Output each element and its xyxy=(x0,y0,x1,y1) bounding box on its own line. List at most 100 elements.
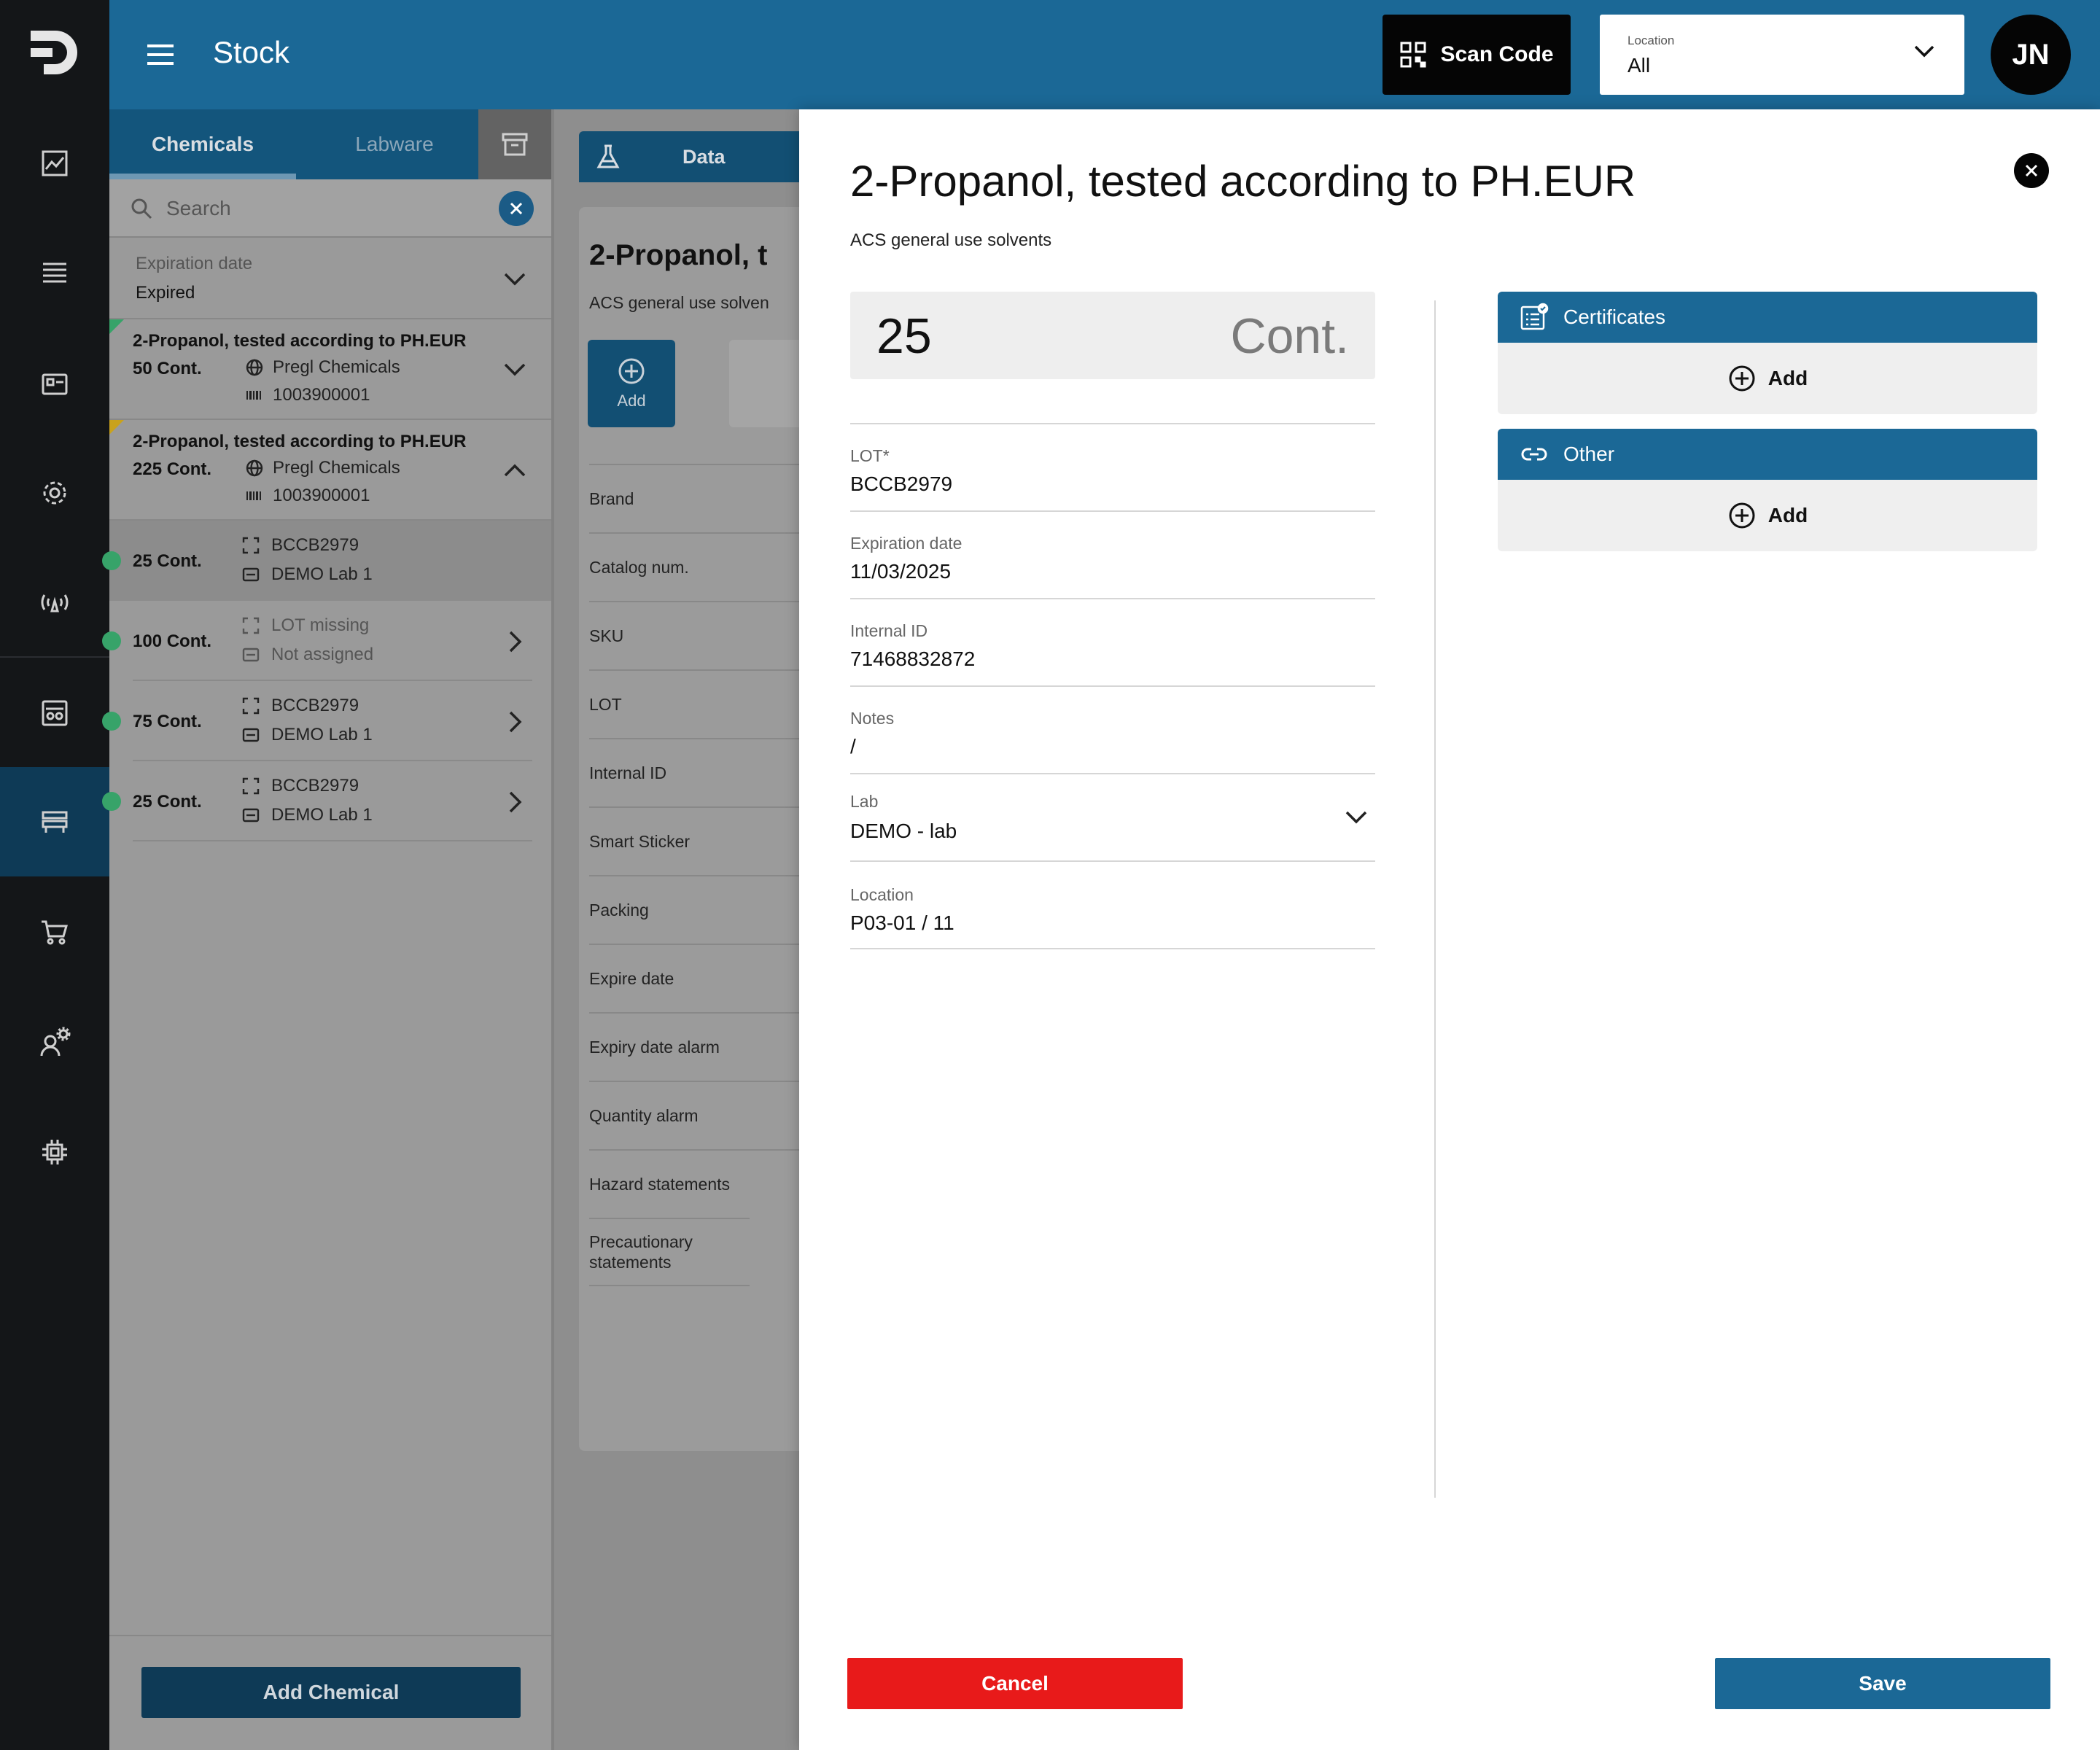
add-label: Add xyxy=(1768,367,1808,389)
quantity-input[interactable]: 25 Cont. xyxy=(850,292,1375,379)
item-lot: BCCB2979 xyxy=(271,696,359,715)
list-icon[interactable] xyxy=(34,252,75,293)
add-chemical-button[interactable]: Add Chemical xyxy=(141,1667,521,1718)
item-quantity: 25 Cont. xyxy=(133,792,202,812)
product-code: 1003900001 xyxy=(273,486,370,505)
supplier-name: Pregl Chemicals xyxy=(273,458,400,478)
chemical-group[interactable]: 2-Propanol, tested according to PH.EUR 5… xyxy=(109,319,551,420)
lot-row: BCCB2979 xyxy=(242,776,359,796)
container-item[interactable]: 75 Cont. BCCB2979 DEMO Lab 1 xyxy=(102,681,551,761)
other-header: Other xyxy=(1498,429,2037,480)
container-item-selected[interactable]: 25 Cont. BCCB2979 DEMO Lab 1 xyxy=(102,521,551,601)
field-value: 11/03/2025 xyxy=(850,560,952,583)
quantity-unit: Cont. xyxy=(1230,308,1349,364)
certificates-section: Certificates Add xyxy=(1498,292,2037,414)
location-select[interactable]: Location All xyxy=(1600,15,1964,95)
lab-instruments-icon[interactable] xyxy=(34,693,75,734)
add-button[interactable]: Add xyxy=(588,340,675,427)
container-item[interactable]: 25 Cont. BCCB2979 DEMO Lab 1 xyxy=(102,761,551,841)
chevron-up-icon[interactable] xyxy=(503,462,526,478)
chevron-down-icon xyxy=(1345,809,1368,825)
tab-data[interactable]: Data xyxy=(579,131,805,182)
chevron-down-icon[interactable] xyxy=(503,362,526,378)
user-settings-icon[interactable] xyxy=(34,1022,75,1063)
container-item[interactable]: 100 Cont. LOT missing Not assigned xyxy=(102,601,551,681)
search-bar[interactable]: Search xyxy=(109,179,551,238)
logo-icon[interactable] xyxy=(28,26,82,80)
field-label: Location xyxy=(850,885,914,904)
lab-icon xyxy=(242,726,260,744)
sensor-icon[interactable] xyxy=(34,582,75,623)
shopping-cart-icon[interactable] xyxy=(34,911,75,952)
add-other-button[interactable]: Add xyxy=(1498,480,2037,551)
scan-code-button[interactable]: Scan Code xyxy=(1382,15,1571,95)
save-button[interactable]: Save xyxy=(1715,1658,2050,1709)
field-label: LOT* xyxy=(850,446,890,465)
lot-icon xyxy=(242,537,260,554)
search-input[interactable]: Search xyxy=(166,197,231,220)
flask-icon xyxy=(595,144,621,170)
inventory-icon[interactable] xyxy=(34,363,75,404)
stock-icon[interactable] xyxy=(34,802,75,843)
supplier-name: Pregl Chemicals xyxy=(273,357,400,377)
page-title: Stock xyxy=(213,35,290,69)
hamburger-menu-icon[interactable] xyxy=(144,40,176,69)
notes-field[interactable]: Notes / xyxy=(850,709,1375,782)
chevron-down-icon xyxy=(503,271,526,287)
lab-icon xyxy=(242,806,260,824)
detail-row-expiry-alarm: Expiry date alarm xyxy=(589,1012,799,1081)
status-dot xyxy=(102,792,121,811)
tab-bar: Chemicals Labware xyxy=(109,109,551,179)
expiration-filter[interactable]: Expiration date Expired xyxy=(109,238,551,319)
detail-row-hazard: Hazard statements xyxy=(589,1149,799,1218)
field-divider xyxy=(850,598,1375,599)
barcode-icon xyxy=(245,489,264,503)
lab-icon xyxy=(242,566,260,583)
tab-chemicals[interactable]: Chemicals xyxy=(109,109,296,179)
filter-value: Expired xyxy=(136,283,195,303)
status-marker xyxy=(109,420,124,435)
archive-icon[interactable] xyxy=(478,109,551,179)
add-certificate-button[interactable]: Add xyxy=(1498,343,2037,414)
item-lab: DEMO Lab 1 xyxy=(271,725,373,744)
lab-icon xyxy=(242,646,260,664)
field-label: Notes xyxy=(850,709,895,728)
status-marker xyxy=(109,319,124,334)
clear-search-icon[interactable] xyxy=(499,191,534,226)
location-field[interactable]: Location P03-01 / 11 xyxy=(850,885,1375,958)
chip-icon[interactable] xyxy=(34,1132,75,1172)
item-lot: BCCB2979 xyxy=(271,776,359,796)
item-quantity: 75 Cont. xyxy=(133,712,202,731)
other-title: Other xyxy=(1563,443,1615,465)
settings-gear-icon[interactable] xyxy=(34,472,75,513)
add-label: Add xyxy=(617,392,646,410)
other-section: Other Add xyxy=(1498,429,2037,551)
chevron-right-icon[interactable] xyxy=(508,630,524,653)
tab-data-label: Data xyxy=(682,145,726,168)
location-value: All xyxy=(1628,54,1651,77)
cancel-button[interactable]: Cancel xyxy=(847,1658,1183,1709)
secondary-action-button[interactable] xyxy=(729,340,802,427)
rail-divider xyxy=(0,656,109,658)
detail-row-brand: Brand xyxy=(589,464,799,532)
field-value: P03-01 / 11 xyxy=(850,911,954,934)
chevron-right-icon[interactable] xyxy=(508,710,524,734)
lot-icon xyxy=(242,697,260,715)
internal-id-field[interactable]: Internal ID 71468832872 xyxy=(850,621,1375,694)
lot-field[interactable]: LOT* BCCB2979 xyxy=(850,446,1375,519)
detail-row-catalog: Catalog num. xyxy=(589,532,799,601)
supplier-row: Pregl Chemicals xyxy=(245,357,400,378)
analytics-icon[interactable] xyxy=(34,143,75,184)
expiration-date-field[interactable]: Expiration date 11/03/2025 xyxy=(850,534,1375,607)
chemical-group[interactable]: 2-Propanol, tested according to PH.EUR 2… xyxy=(109,420,551,521)
chevron-right-icon[interactable] xyxy=(508,790,524,814)
filter-label: Expiration date xyxy=(136,254,253,273)
field-divider xyxy=(850,773,1375,774)
field-divider xyxy=(850,510,1375,512)
detail-row-sku: SKU xyxy=(589,601,799,669)
close-icon[interactable] xyxy=(2014,153,2049,188)
user-avatar[interactable]: JN xyxy=(1991,15,2071,95)
scan-code-label: Scan Code xyxy=(1440,42,1554,66)
tab-labware[interactable]: Labware xyxy=(296,109,493,179)
field-label: Lab xyxy=(850,792,879,811)
